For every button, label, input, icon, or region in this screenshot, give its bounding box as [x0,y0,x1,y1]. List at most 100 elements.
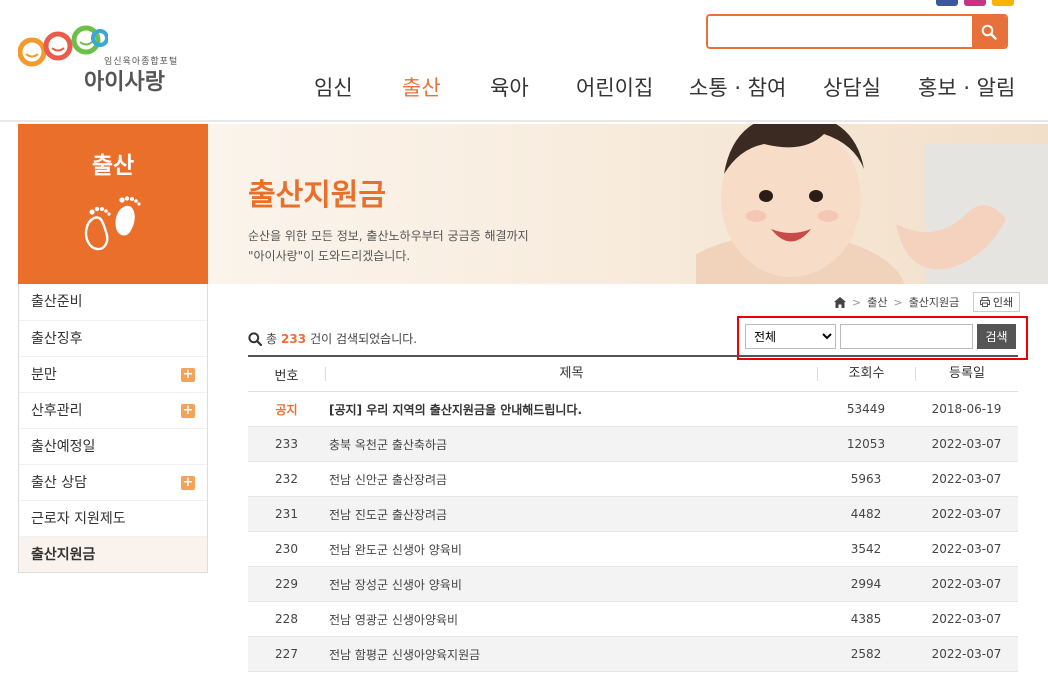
table-row[interactable]: 233 충북 옥천군 출산축하금 12053 2022-03-07 [248,427,1018,462]
sidebar-item-postpartum[interactable]: 산후관리 + [19,392,207,428]
instagram-icon[interactable] [964,0,986,6]
row-no: 231 [275,507,298,521]
count-prefix: 총 [266,332,278,346]
site-search-input[interactable] [708,16,972,47]
sidebar-menu: 출산준비 출산징후 분만 + 산후관리 + 출산예정일 출산 상담 + 근로자 지원제… [18,284,208,573]
row-title-link[interactable]: 전남 장성군 신생아 양육비 [325,576,817,593]
count-value: 233 [281,331,307,346]
facebook-icon[interactable] [936,0,958,6]
sidebar-title: 출산 [91,153,135,179]
sidebar-item-worker-support[interactable]: 근로자 지원제도 [19,500,207,536]
board-search-button[interactable]: 검색 [977,324,1016,349]
row-views: 53449 [846,402,886,416]
breadcrumb: > 출산 > 출산지원금 [834,292,959,312]
result-count: 총 233 건이 검색되었습니다. [248,330,417,347]
table-row[interactable]: 232 전남 신안군 출산장려금 5963 2022-03-07 [248,462,1018,497]
row-date: 2022-03-07 [931,612,1002,626]
sidebar-item-delivery[interactable]: 분만 + [19,356,207,392]
row-views: 12053 [846,437,886,451]
nav-item-daycare[interactable]: 어린이집 [576,72,653,102]
row-title-link[interactable]: 전남 영광군 신생아양육비 [325,611,817,628]
page-title: 출산지원금 [248,178,386,213]
print-icon [979,297,990,307]
page-banner: 출산지원금 순산을 위한 모든 정보, 출산노하우부터 궁금증 해결까지 "아이… [208,124,1048,284]
kakaostory-icon[interactable] [992,0,1014,6]
sidebar-item-label: 출산 상담 [31,475,87,491]
row-title-link[interactable]: 전남 완도군 신생아 양육비 [325,541,817,558]
social-links [936,0,1014,6]
table-row[interactable]: 231 전남 진도군 출산장려금 4482 2022-03-07 [248,497,1018,532]
row-date: 2022-03-07 [931,542,1002,556]
row-date: 2022-03-07 [931,507,1002,521]
nav-item-parenting[interactable]: 육아 [490,72,529,102]
row-no: 232 [275,472,298,486]
table-row[interactable]: 공지 [공지] 우리 지역의 출산지원금을 안내해드립니다. 53449 201… [248,392,1018,427]
print-label: 인쇄 [992,296,1014,309]
row-views: 5963 [850,472,882,486]
sidebar-header: 출산 [18,124,208,284]
breadcrumb-item[interactable]: 출산 [867,294,887,310]
sidebar-item-label: 출산준비 [31,294,83,310]
sidebar-item-label: 출산징후 [31,331,83,347]
nav-item-pregnancy[interactable]: 임신 [314,72,353,102]
sidebar-item-label: 분만 [31,367,57,383]
nav-item-counseling[interactable]: 상담실 [823,72,881,102]
sidebar-item-label: 출산지원금 [31,547,96,563]
table-row[interactable]: 229 전남 장성군 신생아 양육비 2994 2022-03-07 [248,567,1018,602]
table-row[interactable]: 228 전남 영광군 신생아양육비 4385 2022-03-07 [248,602,1018,637]
sidebar-item-birth-prep[interactable]: 출산준비 [19,284,207,320]
board-table: 번호 제목 조회수 등록일 공지 [공지] 우리 지역의 출산지원금을 안내해드… [248,355,1018,672]
description-line: 순산을 위한 모든 정보, 출산노하우부터 궁금증 해결까지 [248,229,529,243]
row-date: 2022-03-07 [931,437,1002,451]
row-date: 2022-03-07 [931,472,1002,486]
row-views: 2582 [850,647,882,661]
site-search-button[interactable] [972,16,1006,47]
expand-plus-icon[interactable]: + [181,404,195,418]
board-search-input[interactable] [840,324,973,349]
nav-item-birth[interactable]: 출산 [402,72,441,102]
print-button[interactable]: 인쇄 [973,292,1020,312]
search-icon [248,331,262,346]
row-views: 4385 [850,612,882,626]
table-row[interactable]: 227 전남 함평군 신생아양육지원금 2582 2022-03-07 [248,637,1018,672]
row-views: 4482 [850,507,882,521]
table-header: 번호 제목 조회수 등록일 [248,355,1018,392]
sidebar-item-label: 산후관리 [31,403,83,419]
sidebar-item-label: 출산예정일 [31,439,96,455]
sidebar-item-due-date[interactable]: 출산예정일 [19,428,207,464]
row-no: 230 [275,542,298,556]
row-title-link[interactable]: [공지] 우리 지역의 출산지원금을 안내해드립니다. [325,401,817,418]
search-icon [981,24,997,40]
sidebar-item-birth-counsel[interactable]: 출산 상담 + [19,464,207,500]
breadcrumb-separator: > [852,295,862,309]
sidebar-item-birth-subsidy[interactable]: 출산지원금 [19,536,207,572]
site-header: 임신육아종합포털 아이사랑 임신 출산 육아 어린이집 소통 · 참여 상담실 … [0,0,1048,122]
row-title-link[interactable]: 충북 옥천군 출산축하금 [325,436,817,453]
search-field-select[interactable]: 전체 [745,324,836,349]
expand-plus-icon[interactable]: + [181,368,195,382]
row-views: 3542 [850,542,882,556]
breadcrumb-separator: > [893,295,903,309]
expand-plus-icon[interactable]: + [181,476,195,490]
count-suffix: 건이 검색되었습니다. [310,332,418,346]
nav-item-notices[interactable]: 홍보 · 알림 [918,72,1015,102]
row-views: 2994 [850,577,882,591]
column-title: 제목 [325,367,817,381]
baby-feet-icon [84,196,141,251]
table-row[interactable]: 230 전남 완도군 신생아 양육비 3542 2022-03-07 [248,532,1018,567]
row-date: 2022-03-07 [931,647,1002,661]
row-no: 228 [275,612,298,626]
home-icon[interactable] [834,296,846,308]
row-title-link[interactable]: 전남 진도군 출산장려금 [325,506,817,523]
row-no: 227 [275,647,298,661]
row-no: 233 [275,437,298,451]
row-title-link[interactable]: 전남 신안군 출산장려금 [325,471,817,488]
column-views: 조회수 [817,367,915,381]
sidebar-item-birth-signs[interactable]: 출산징후 [19,320,207,356]
row-date: 2018-06-19 [931,402,1002,416]
row-title-link[interactable]: 전남 함평군 신생아양육지원금 [325,646,817,663]
column-no: 번호 [274,368,299,384]
breadcrumb-item[interactable]: 출산지원금 [909,294,960,310]
row-date: 2022-03-07 [931,577,1002,591]
nav-item-community[interactable]: 소통 · 참여 [689,72,786,102]
